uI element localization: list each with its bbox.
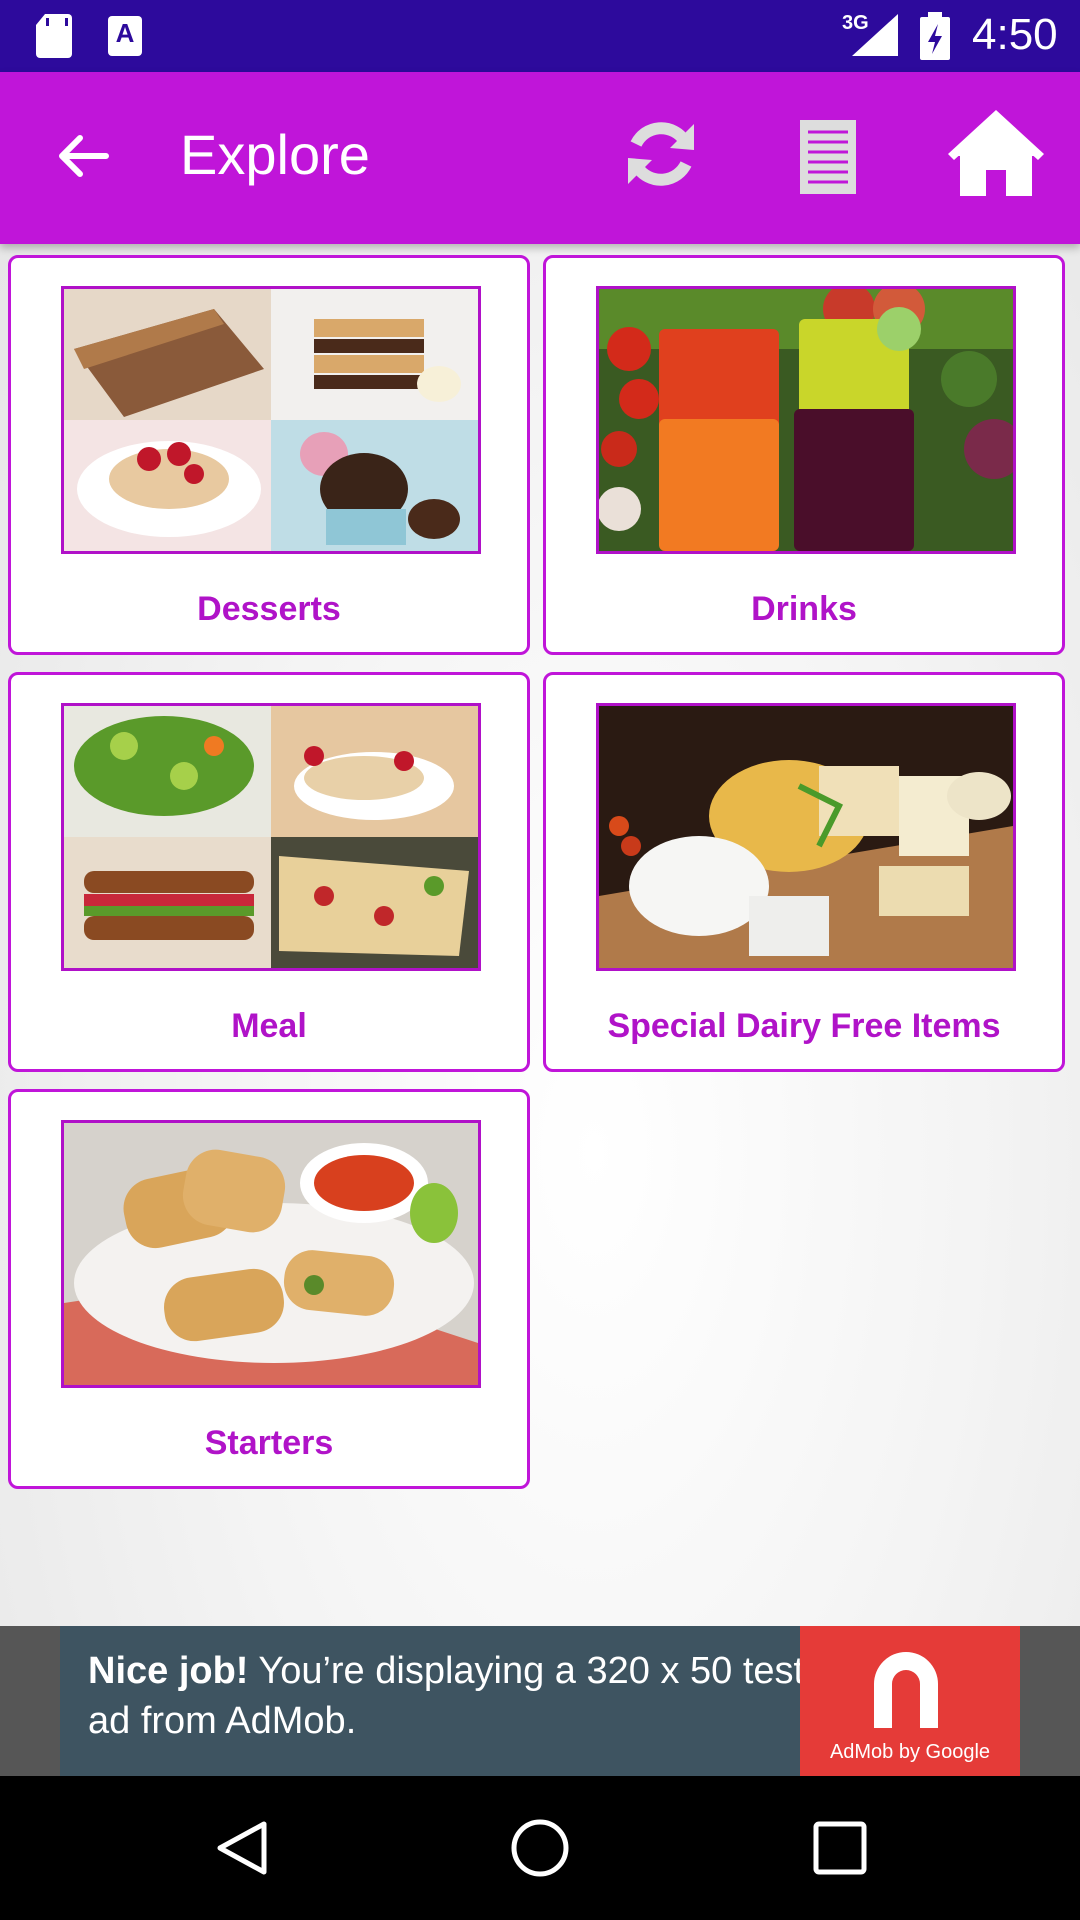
refresh-icon[interactable] bbox=[624, 114, 698, 194]
signal-icon bbox=[852, 14, 898, 56]
home-icon[interactable] bbox=[948, 110, 1044, 198]
nav-back-icon[interactable] bbox=[210, 1816, 274, 1880]
sd-card-icon bbox=[36, 14, 72, 58]
back-arrow-icon[interactable] bbox=[52, 126, 112, 186]
status-bar: A 3G 4:50 bbox=[0, 0, 1080, 72]
desserts-image bbox=[61, 286, 481, 554]
category-label: Special Dairy Free Items bbox=[607, 1007, 1001, 1045]
drinks-image bbox=[596, 286, 1016, 554]
system-nav-bar bbox=[0, 1776, 1080, 1920]
category-card-starters[interactable]: Starters bbox=[8, 1089, 530, 1489]
category-label: Drinks bbox=[751, 590, 857, 628]
starters-image bbox=[61, 1120, 481, 1388]
meal-image bbox=[61, 703, 481, 971]
app-toolbar: Explore bbox=[0, 72, 1080, 244]
category-card-special-dairy-free[interactable]: Special Dairy Free Items bbox=[543, 672, 1065, 1072]
ad-text: Nice job! You’re displaying a 320 x 50 t… bbox=[88, 1646, 828, 1746]
battery-icon bbox=[920, 12, 950, 60]
admob-logo: AdMob by Google bbox=[800, 1626, 1020, 1776]
ad-banner-container: Nice job! You’re displaying a 320 x 50 t… bbox=[0, 1626, 1080, 1776]
ad-banner[interactable]: Nice job! You’re displaying a 320 x 50 t… bbox=[60, 1626, 1020, 1776]
ad-headline: Nice job! bbox=[88, 1650, 249, 1692]
dairy-free-image bbox=[596, 703, 1016, 971]
category-card-meal[interactable]: Meal bbox=[8, 672, 530, 1072]
page-title: Explore bbox=[180, 123, 370, 186]
list-icon[interactable] bbox=[798, 118, 858, 196]
nav-recents-icon[interactable] bbox=[808, 1816, 872, 1880]
category-card-desserts[interactable]: Desserts bbox=[8, 255, 530, 655]
category-label: Meal bbox=[231, 1007, 307, 1045]
admob-brand: AdMob by Google bbox=[829, 1741, 991, 1763]
category-label: Desserts bbox=[197, 590, 341, 628]
nav-home-icon[interactable] bbox=[508, 1816, 572, 1880]
admob-mark-icon bbox=[874, 1652, 938, 1728]
a-notification-icon: A bbox=[108, 16, 142, 56]
category-card-drinks[interactable]: Drinks bbox=[543, 255, 1065, 655]
clock: 4:50 bbox=[972, 10, 1058, 59]
category-label: Starters bbox=[204, 1424, 334, 1462]
